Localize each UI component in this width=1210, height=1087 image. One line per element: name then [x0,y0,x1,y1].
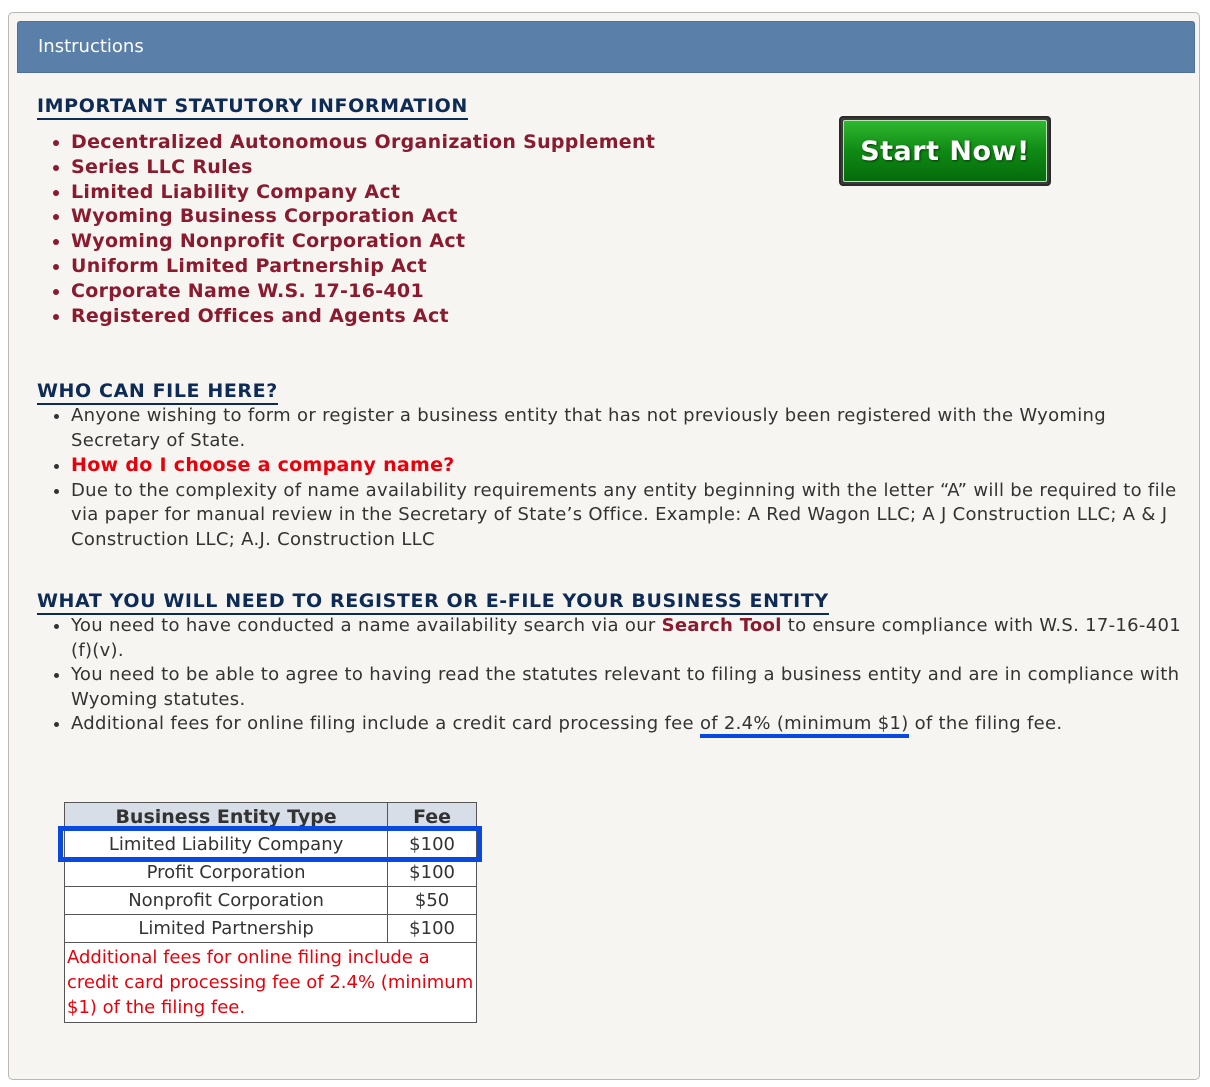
choose-company-name-link[interactable]: How do I choose a company name? [71,454,455,476]
fee-underline-annotation: of 2.4% (minimum $1) [699,713,909,739]
entity-type-cell: Limited Liability Company [63,830,389,859]
table-row: Nonprofit Corporation $50 [63,886,477,915]
statute-link-business-corp[interactable]: Wyoming Business Corporation Act [71,204,655,229]
statutory-list: Decentralized Autonomous Organization Su… [45,130,655,328]
who-item-name-link-row: How do I choose a company name? [71,453,1181,479]
need-item-statutes: You need to be able to agree to having r… [71,663,1181,712]
statute-link-corporate-name[interactable]: Corporate Name W.S. 17-16-401 [71,279,655,304]
table-row: Profit Corporation $100 [63,858,477,887]
fee-note: Additional fees for online filing includ… [64,942,477,1023]
fee-cell: $100 [387,830,477,859]
table-row: Limited Partnership $100 [63,914,477,943]
start-now-button[interactable]: Start Now! [839,116,1051,186]
statute-link-llc-act[interactable]: Limited Liability Company Act [71,180,655,205]
who-can-file-list: Anyone wishing to form or register a bus… [45,404,1181,553]
column-header-fee: Fee [387,802,477,831]
start-now-label: Start Now! [843,120,1047,182]
statute-link-series-llc[interactable]: Series LLC Rules [71,155,655,180]
who-item-anyone: Anyone wishing to form or register a bus… [71,404,1181,453]
statutory-heading: IMPORTANT STATUTORY INFORMATION [37,94,468,120]
statute-link-limited-partnership[interactable]: Uniform Limited Partnership Act [71,254,655,279]
statute-link-registered-agents[interactable]: Registered Offices and Agents Act [71,304,655,329]
statute-link-dao[interactable]: Decentralized Autonomous Organization Su… [71,130,655,155]
fee-cell: $100 [387,858,477,887]
need-item-search: You need to have conducted a name availa… [71,614,1181,663]
fee-cell: $50 [387,886,477,915]
entity-type-cell: Profit Corporation [63,858,389,887]
search-tool-link[interactable]: Search Tool [662,615,782,636]
who-item-letter-a: Due to the complexity of name availabili… [71,479,1181,553]
fee-note-row: Additional fees for online filing includ… [64,942,477,1023]
fee-table-header: Business Entity Type Fee [63,802,477,831]
who-can-file-heading: WHO CAN FILE HERE? [37,379,278,405]
statute-link-nonprofit-corp[interactable]: Wyoming Nonprofit Corporation Act [71,229,655,254]
fee-table: Business Entity Type Fee Limited Liabili… [63,802,477,1023]
entity-type-cell: Nonprofit Corporation [63,886,389,915]
table-row: Limited Liability Company $100 [63,830,477,859]
panel-header: Instructions [17,21,1195,73]
fee-cell: $100 [387,914,477,943]
what-you-need-list: You need to have conducted a name availa… [45,614,1181,739]
what-you-need-heading: WHAT YOU WILL NEED TO REGISTER OR E-FILE… [37,589,829,615]
need-item-fees: Additional fees for online filing includ… [71,712,1181,739]
entity-type-cell: Limited Partnership [63,914,389,943]
column-header-entity-type: Business Entity Type [63,802,389,831]
